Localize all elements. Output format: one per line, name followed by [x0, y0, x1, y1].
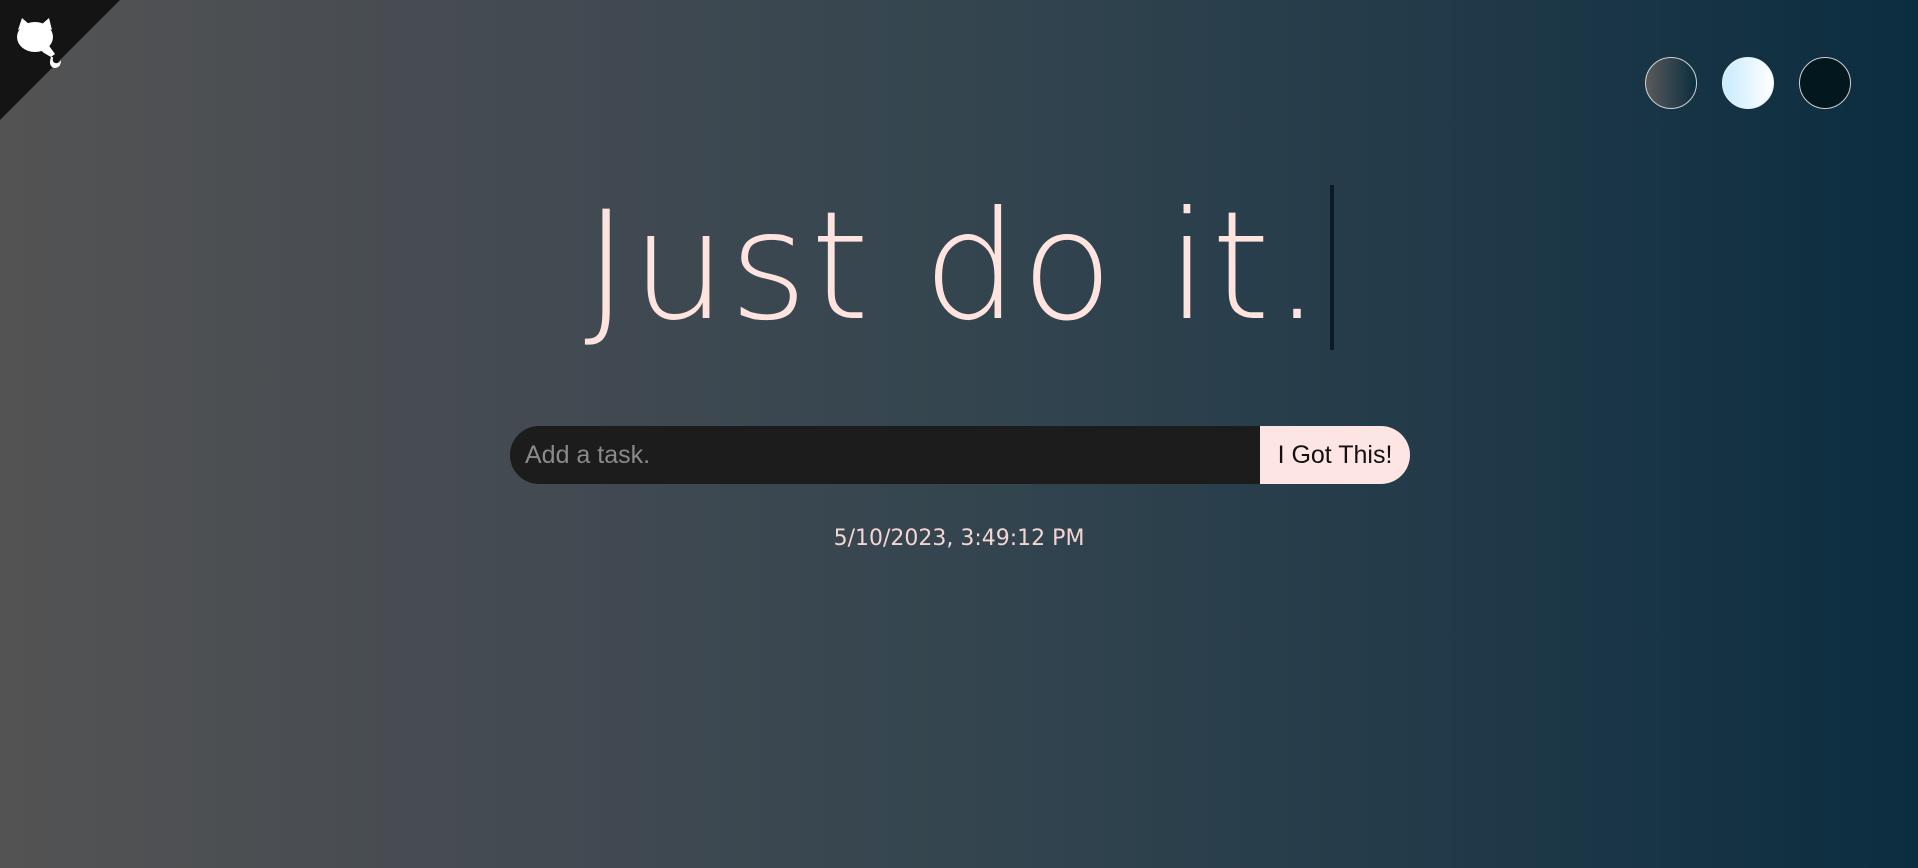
light-theme-button[interactable]	[1722, 57, 1774, 109]
todo-form: I Got This!	[510, 426, 1410, 484]
theme-selector	[1645, 57, 1851, 109]
add-task-button[interactable]: I Got This!	[1260, 426, 1410, 484]
datetime-display: 5/10/2023, 3:49:12 PM	[833, 526, 1085, 551]
page-title: Just do it.	[584, 185, 1334, 350]
title-container: Just do it.	[0, 185, 1918, 350]
task-input[interactable]	[510, 426, 1260, 484]
standard-theme-button[interactable]	[1645, 57, 1697, 109]
github-corner-link[interactable]	[0, 0, 80, 80]
darker-theme-button[interactable]	[1799, 57, 1851, 109]
github-octocat-icon	[17, 18, 61, 68]
